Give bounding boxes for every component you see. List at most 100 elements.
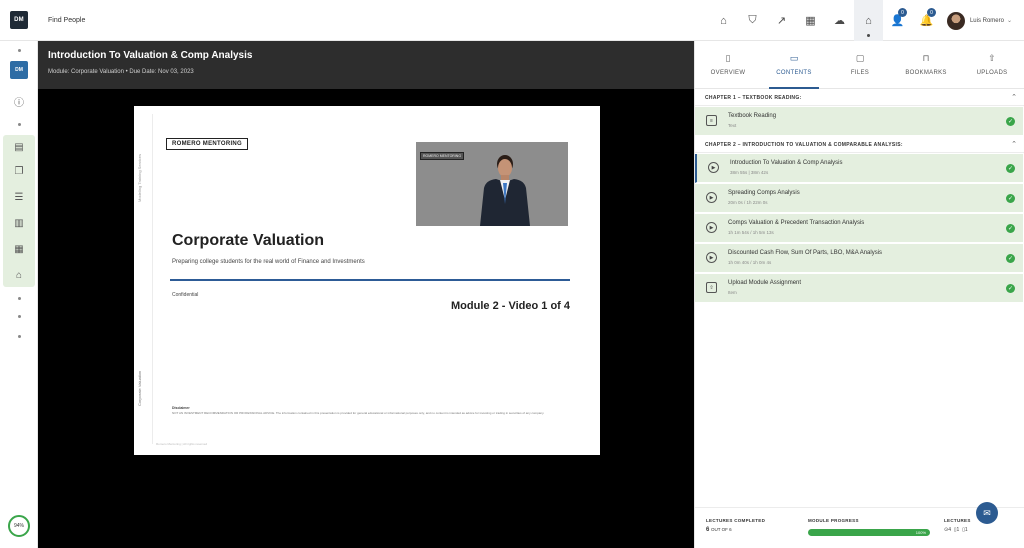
info-icon[interactable]: ⓘ [0,91,38,111]
check-icon: ✓ [1006,254,1015,263]
tab-label: BOOKMARKS [905,70,947,76]
bell-badge: 0 [926,8,936,17]
tab-label: UPLOADS [976,70,1008,76]
files-icon: ▢ [855,53,865,63]
find-people-link[interactable]: Find People [48,17,85,24]
lesson-duration: Text [728,123,737,128]
module-progress-label: MODULE PROGRESS [808,518,859,523]
lesson-duration: 1h 0m 40s / 1h 0m 4s [728,260,772,265]
video-stage[interactable]: Introduction To Valuation & Comp Analysi… [38,41,694,548]
tab-contents[interactable]: ▭ CONTENTS [761,41,827,89]
book-icon[interactable]: ▤ [0,137,38,157]
check-icon: ✓ [1006,194,1015,203]
slide-title: Corporate Valuation [172,232,325,249]
top-bar: DM Find People ⌂ ⛉ ↗ ▦ ☁ ⌂ 👤 0 🔔 0 Luis … [0,0,1024,41]
rail-dot [0,47,38,53]
slide-disclaimer-heading: Disclaimer [172,406,190,410]
lesson-item[interactable]: ▶ Comps Valuation & Precedent Transactio… [695,214,1023,243]
lesson-item[interactable]: ≡ Textbook Reading Text ✓ [695,107,1023,136]
chart-icon[interactable]: ↗ [767,0,796,41]
upload-count: 1 [964,527,968,533]
lesson-item[interactable]: ▶ Spreading Comps Analysis 20m 0s / 1h 2… [695,184,1023,213]
course-header: Introduction To Valuation & Comp Analysi… [38,41,694,89]
app-logo[interactable]: DM [10,11,28,29]
slide-vertical-label: Corporate Valuation [137,370,142,406]
slide-disclaimer: NOT AN INVESTMENT RECOMMENDATION OR PROF… [172,411,545,415]
check-icon: ✓ [1006,284,1015,293]
lesson-item[interactable]: ⇧ Upload Module Assignment Item ✓ [695,274,1023,303]
calculator-icon[interactable]: ▦ [0,239,38,259]
grid-icon[interactable]: ▦ [796,0,825,41]
rail-dot [0,333,38,339]
presenter-webcam: ROMERO MENTORING [416,142,568,226]
video-frame-slide[interactable]: Modeling Training Services Corporate Val… [134,106,600,455]
panel-tabs: ▯ OVERVIEW ▭ CONTENTS ▢ FILES ⊓ BOOKMARK… [695,41,1024,89]
check-icon: ✓ [1006,224,1015,233]
upload-document-icon: ⇧ [706,282,717,293]
contents-icon: ▭ [789,53,799,63]
play-icon: ▶ [708,162,719,173]
top-nav: ⌂ ⛉ ↗ ▦ ☁ ⌂ 👤 0 🔔 0 Luis Romero ⌄ [709,0,1024,41]
lectures-completed-value: 6 OUT OF 6 [706,527,732,533]
play-icon: ▶ [706,252,717,263]
chart-icon[interactable]: ▥ [0,213,38,233]
bell-icon[interactable]: 🔔 0 [912,0,941,41]
people-badge: 0 [897,8,907,17]
chapter-header[interactable]: CHAPTER 1 – TEXTBOOK READING: ⌃ [695,90,1024,106]
slide-rule [170,279,570,281]
lesson-duration: 38m 55s | 38m 42s [730,170,769,175]
chapter-title: CHAPTER 2 – INTRODUCTION TO VALUATION & … [705,141,903,148]
lesson-title: Introduction To Valuation & Comp Analysi… [730,160,843,166]
module-progress-value: 100% [915,530,926,535]
tab-uploads[interactable]: ⇧ UPLOADS [959,41,1024,88]
lesson-title: Discounted Cash Flow, Sum Of Parts, LBO,… [728,250,883,256]
video-count: 4 [948,527,951,533]
chat-icon: ✉ [983,507,991,518]
completed-total: OUT OF 6 [711,527,732,532]
lesson-title: Upload Module Assignment [728,280,802,286]
user-menu[interactable]: Luis Romero ⌄ [946,11,1012,30]
rail-logo[interactable]: DM [0,59,38,81]
course-panel: ▯ OVERVIEW ▭ CONTENTS ▢ FILES ⊓ BOOKMARK… [694,41,1024,548]
list-icon[interactable]: ☰ [0,187,38,207]
home-icon[interactable]: ⌂ [709,0,738,41]
tab-overview[interactable]: ▯ OVERVIEW [695,41,761,88]
slide-vertical-label: Modeling Training Services [137,153,142,202]
play-icon: ▶ [706,192,717,203]
tab-label: OVERVIEW [710,70,746,76]
graduation-icon[interactable]: ⛉ [738,0,767,41]
cloud-icon[interactable]: ☁ [825,0,854,41]
lesson-item-current[interactable]: ▶ Introduction To Valuation & Comp Analy… [695,154,1023,183]
bank-icon[interactable]: ⌂ [0,265,38,285]
chapter-title: CHAPTER 1 – TEXTBOOK READING: [705,94,802,101]
tab-bookmarks[interactable]: ⊓ BOOKMARKS [893,41,959,88]
overview-icon: ▯ [725,53,731,63]
slide-footer: Romero Mentoring | All rights reserved [156,442,208,446]
document-icon: ≡ [706,115,717,126]
chat-button[interactable]: ✉ [976,502,998,524]
lesson-title: Textbook Reading [728,113,777,119]
course-meta: Module: Corporate Valuation • Due Date: … [48,69,194,75]
check-icon: ✓ [1006,164,1015,173]
people-icon[interactable]: 👤 0 [883,0,912,41]
lesson-item[interactable]: ▶ Discounted Cash Flow, Sum Of Parts, LB… [695,244,1023,273]
check-icon: ✓ [1006,117,1015,126]
progress-stats: LECTURES COMPLETED 6 OUT OF 6 MODULE PRO… [695,507,1024,548]
lectures-label: LECTURES [944,518,971,523]
slide-module-label: Module 2 - Video 1 of 4 [451,300,570,312]
chapter-header[interactable]: CHAPTER 2 – INTRODUCTION TO VALUATION & … [695,137,1024,153]
avatar [946,11,965,30]
chevron-up-icon: ⌃ [1011,141,1017,148]
course-icon[interactable]: ⌂ [853,0,883,41]
upload-icon: ⇧ [988,53,996,63]
tab-label: FILES [850,70,870,76]
play-icon: ▶ [706,222,717,233]
document-icon[interactable]: ❐ [0,161,38,181]
user-name: Luis Romero [969,17,1004,24]
lecture-type-counts: ⊙4 ▯1 ▯1 [944,527,968,533]
slide-divider [152,114,153,444]
lectures-completed-label: LECTURES COMPLETED [706,518,766,523]
chevron-up-icon: ⌃ [1011,94,1017,101]
tab-files[interactable]: ▢ FILES [827,41,893,88]
webcam-tag: ROMERO MENTORING [420,152,465,160]
